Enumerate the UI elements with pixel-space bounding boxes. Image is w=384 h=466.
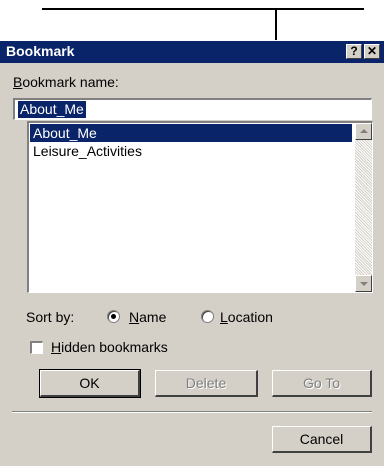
bookmark-name-input[interactable]: About_Me <box>13 98 372 120</box>
list-item[interactable]: About_Me <box>30 124 352 142</box>
scroll-down-button[interactable] <box>355 275 372 292</box>
arrow-down-icon <box>360 282 368 286</box>
bookmark-name-label: Bookmark name: <box>13 74 119 90</box>
title-bar: Bookmark ? ✕ <box>0 41 384 63</box>
cancel-button[interactable]: Cancel <box>272 426 372 453</box>
radio-checked-icon <box>111 314 116 319</box>
go-to-button[interactable]: Go To <box>272 370 372 397</box>
sort-location-radio[interactable] <box>201 310 214 323</box>
arrow-up-icon <box>360 129 368 133</box>
bookmark-list[interactable]: About_Me Leisure_Activities <box>27 121 373 293</box>
sort-name-radio[interactable] <box>107 310 120 323</box>
sort-location-label[interactable]: Location <box>220 309 273 325</box>
hidden-bookmarks-label[interactable]: Hidden bookmarks <box>51 339 168 355</box>
close-button[interactable]: ✕ <box>364 44 380 59</box>
dialog-title: Bookmark <box>6 43 75 59</box>
callout-line-horizontal <box>42 8 364 10</box>
delete-button[interactable]: Delete <box>155 370 258 397</box>
hidden-bookmarks-checkbox[interactable] <box>30 341 43 354</box>
sort-by-label: Sort by: <box>26 309 75 325</box>
vertical-scrollbar[interactable] <box>355 123 372 292</box>
help-button[interactable]: ? <box>346 44 362 59</box>
separator <box>12 411 372 413</box>
list-item[interactable]: Leisure_Activities <box>30 142 352 160</box>
bookmark-name-value: About_Me <box>18 101 86 118</box>
sort-name-label[interactable]: Name <box>129 309 166 325</box>
bookmark-dialog: Bookmark ? ✕ Bookmark name: About_Me Abo… <box>0 40 384 466</box>
ok-button[interactable]: OK <box>39 369 141 398</box>
scroll-up-button[interactable] <box>355 123 372 140</box>
